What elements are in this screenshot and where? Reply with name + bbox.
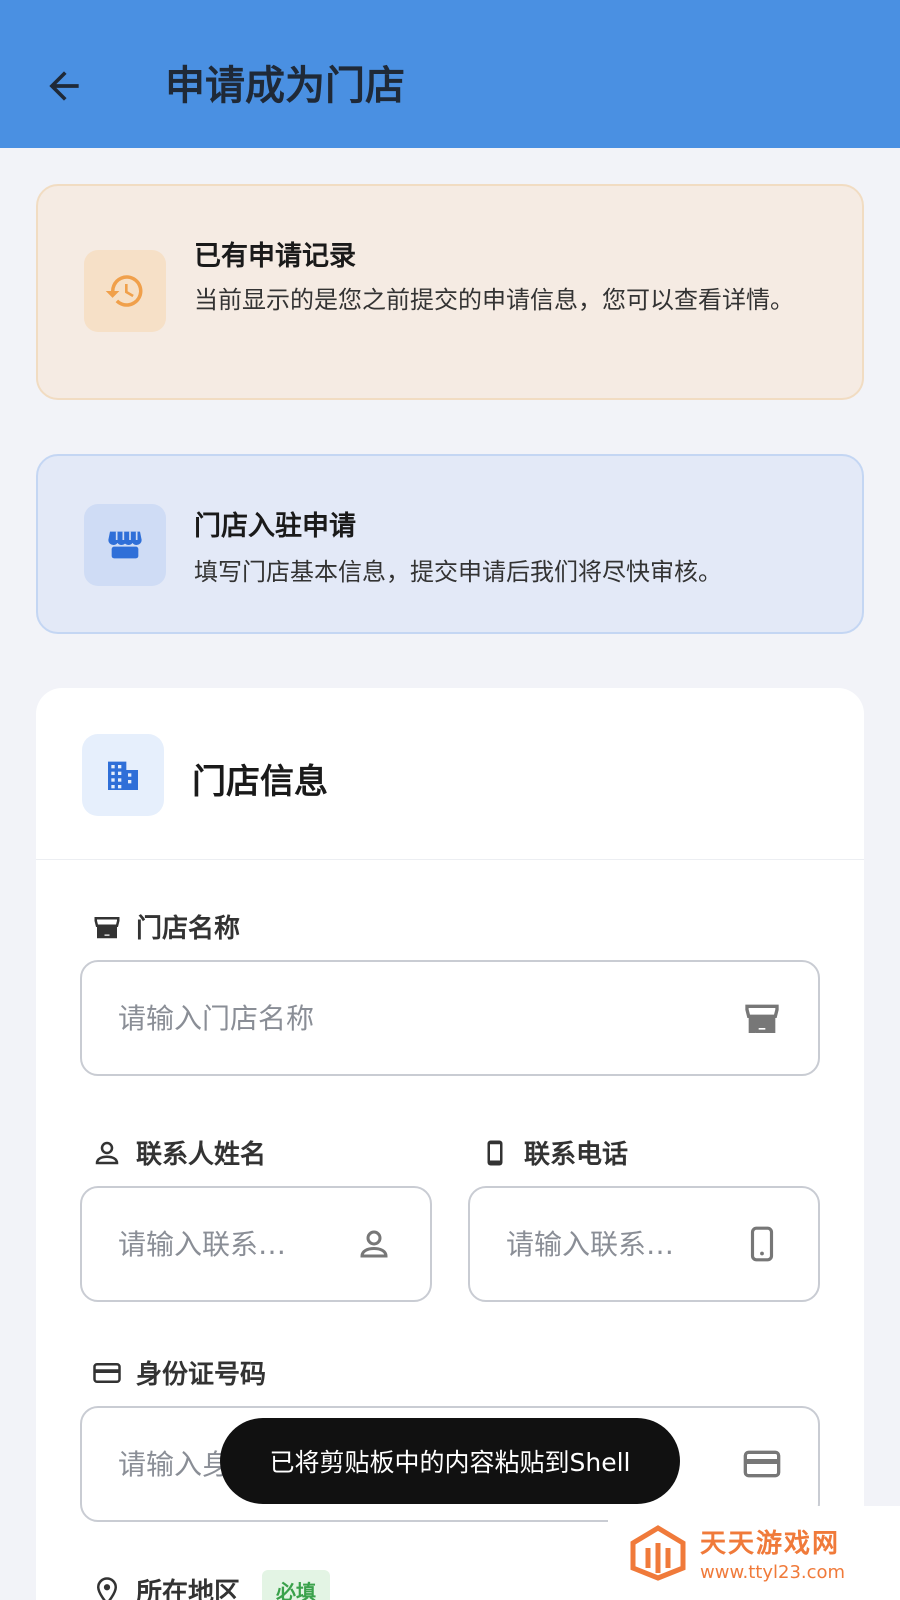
storefront-icon: [84, 504, 166, 586]
contact-phone-field[interactable]: [468, 1186, 820, 1302]
store-icon: [742, 998, 782, 1038]
id-card-icon: [742, 1444, 782, 1484]
region-label: 所在地区 必填: [92, 1570, 331, 1600]
contact-name-input[interactable]: [118, 1227, 342, 1261]
contact-phone-label: 联系电话: [480, 1134, 628, 1171]
store-name-field[interactable]: [80, 960, 820, 1076]
apply-notice-description: 填写门店基本信息，提交申请后我们将尽快审核。: [194, 558, 722, 586]
person-icon: [354, 1224, 394, 1264]
watermark: 天天游戏网 www.ttyl23.com: [608, 1506, 900, 1600]
contact-name-field[interactable]: [80, 1186, 432, 1302]
app-bar: 申请成为门店: [0, 0, 900, 148]
store-name-input[interactable]: [118, 1001, 730, 1035]
required-badge: 必填: [262, 1570, 331, 1600]
id-number-label: 身份证号码: [92, 1354, 266, 1391]
contact-name-label-text: 联系人姓名: [136, 1140, 267, 1170]
page-title: 申请成为门店: [165, 63, 405, 109]
contact-name-label: 联系人姓名: [92, 1134, 266, 1171]
toast-message: 已将剪贴板中的内容粘贴到Shell: [220, 1418, 680, 1504]
watermark-url: www.ttyl23.com: [700, 1562, 846, 1583]
history-notice-description: 当前显示的是您之前提交的申请信息，您可以查看详情。: [194, 286, 794, 314]
card-header: 门店信息: [36, 688, 864, 860]
id-number-label-text: 身份证号码: [136, 1360, 267, 1390]
history-notice-title: 已有申请记录: [194, 241, 356, 272]
phone-icon: [487, 1140, 503, 1165]
arrow-left-icon: [49, 71, 79, 101]
apply-notice-title: 门店入驻申请: [194, 511, 356, 542]
watermark-name: 天天游戏网: [700, 1529, 841, 1559]
store-name-label: 门店名称: [92, 908, 240, 945]
building-icon: [82, 734, 164, 816]
person-icon: [95, 1141, 119, 1164]
card-title: 门店信息: [192, 762, 328, 802]
apply-notice: 门店入驻申请 填写门店基本信息，提交申请后我们将尽快审核。: [36, 454, 864, 634]
region-label-text: 所在地区: [136, 1578, 241, 1600]
store-name-label-text: 门店名称: [136, 914, 241, 944]
history-notice: 已有申请记录 当前显示的是您之前提交的申请信息，您可以查看详情。: [36, 184, 864, 400]
location-pin-icon: [96, 1576, 118, 1600]
store-icon: [94, 916, 120, 938]
back-button[interactable]: [36, 58, 92, 114]
contact-phone-label-text: 联系电话: [524, 1140, 629, 1170]
history-icon: [84, 250, 166, 332]
contact-phone-input[interactable]: [506, 1227, 730, 1261]
watermark-logo-icon: [630, 1525, 686, 1581]
id-card-icon: [93, 1362, 121, 1383]
phone-icon: [742, 1224, 782, 1264]
